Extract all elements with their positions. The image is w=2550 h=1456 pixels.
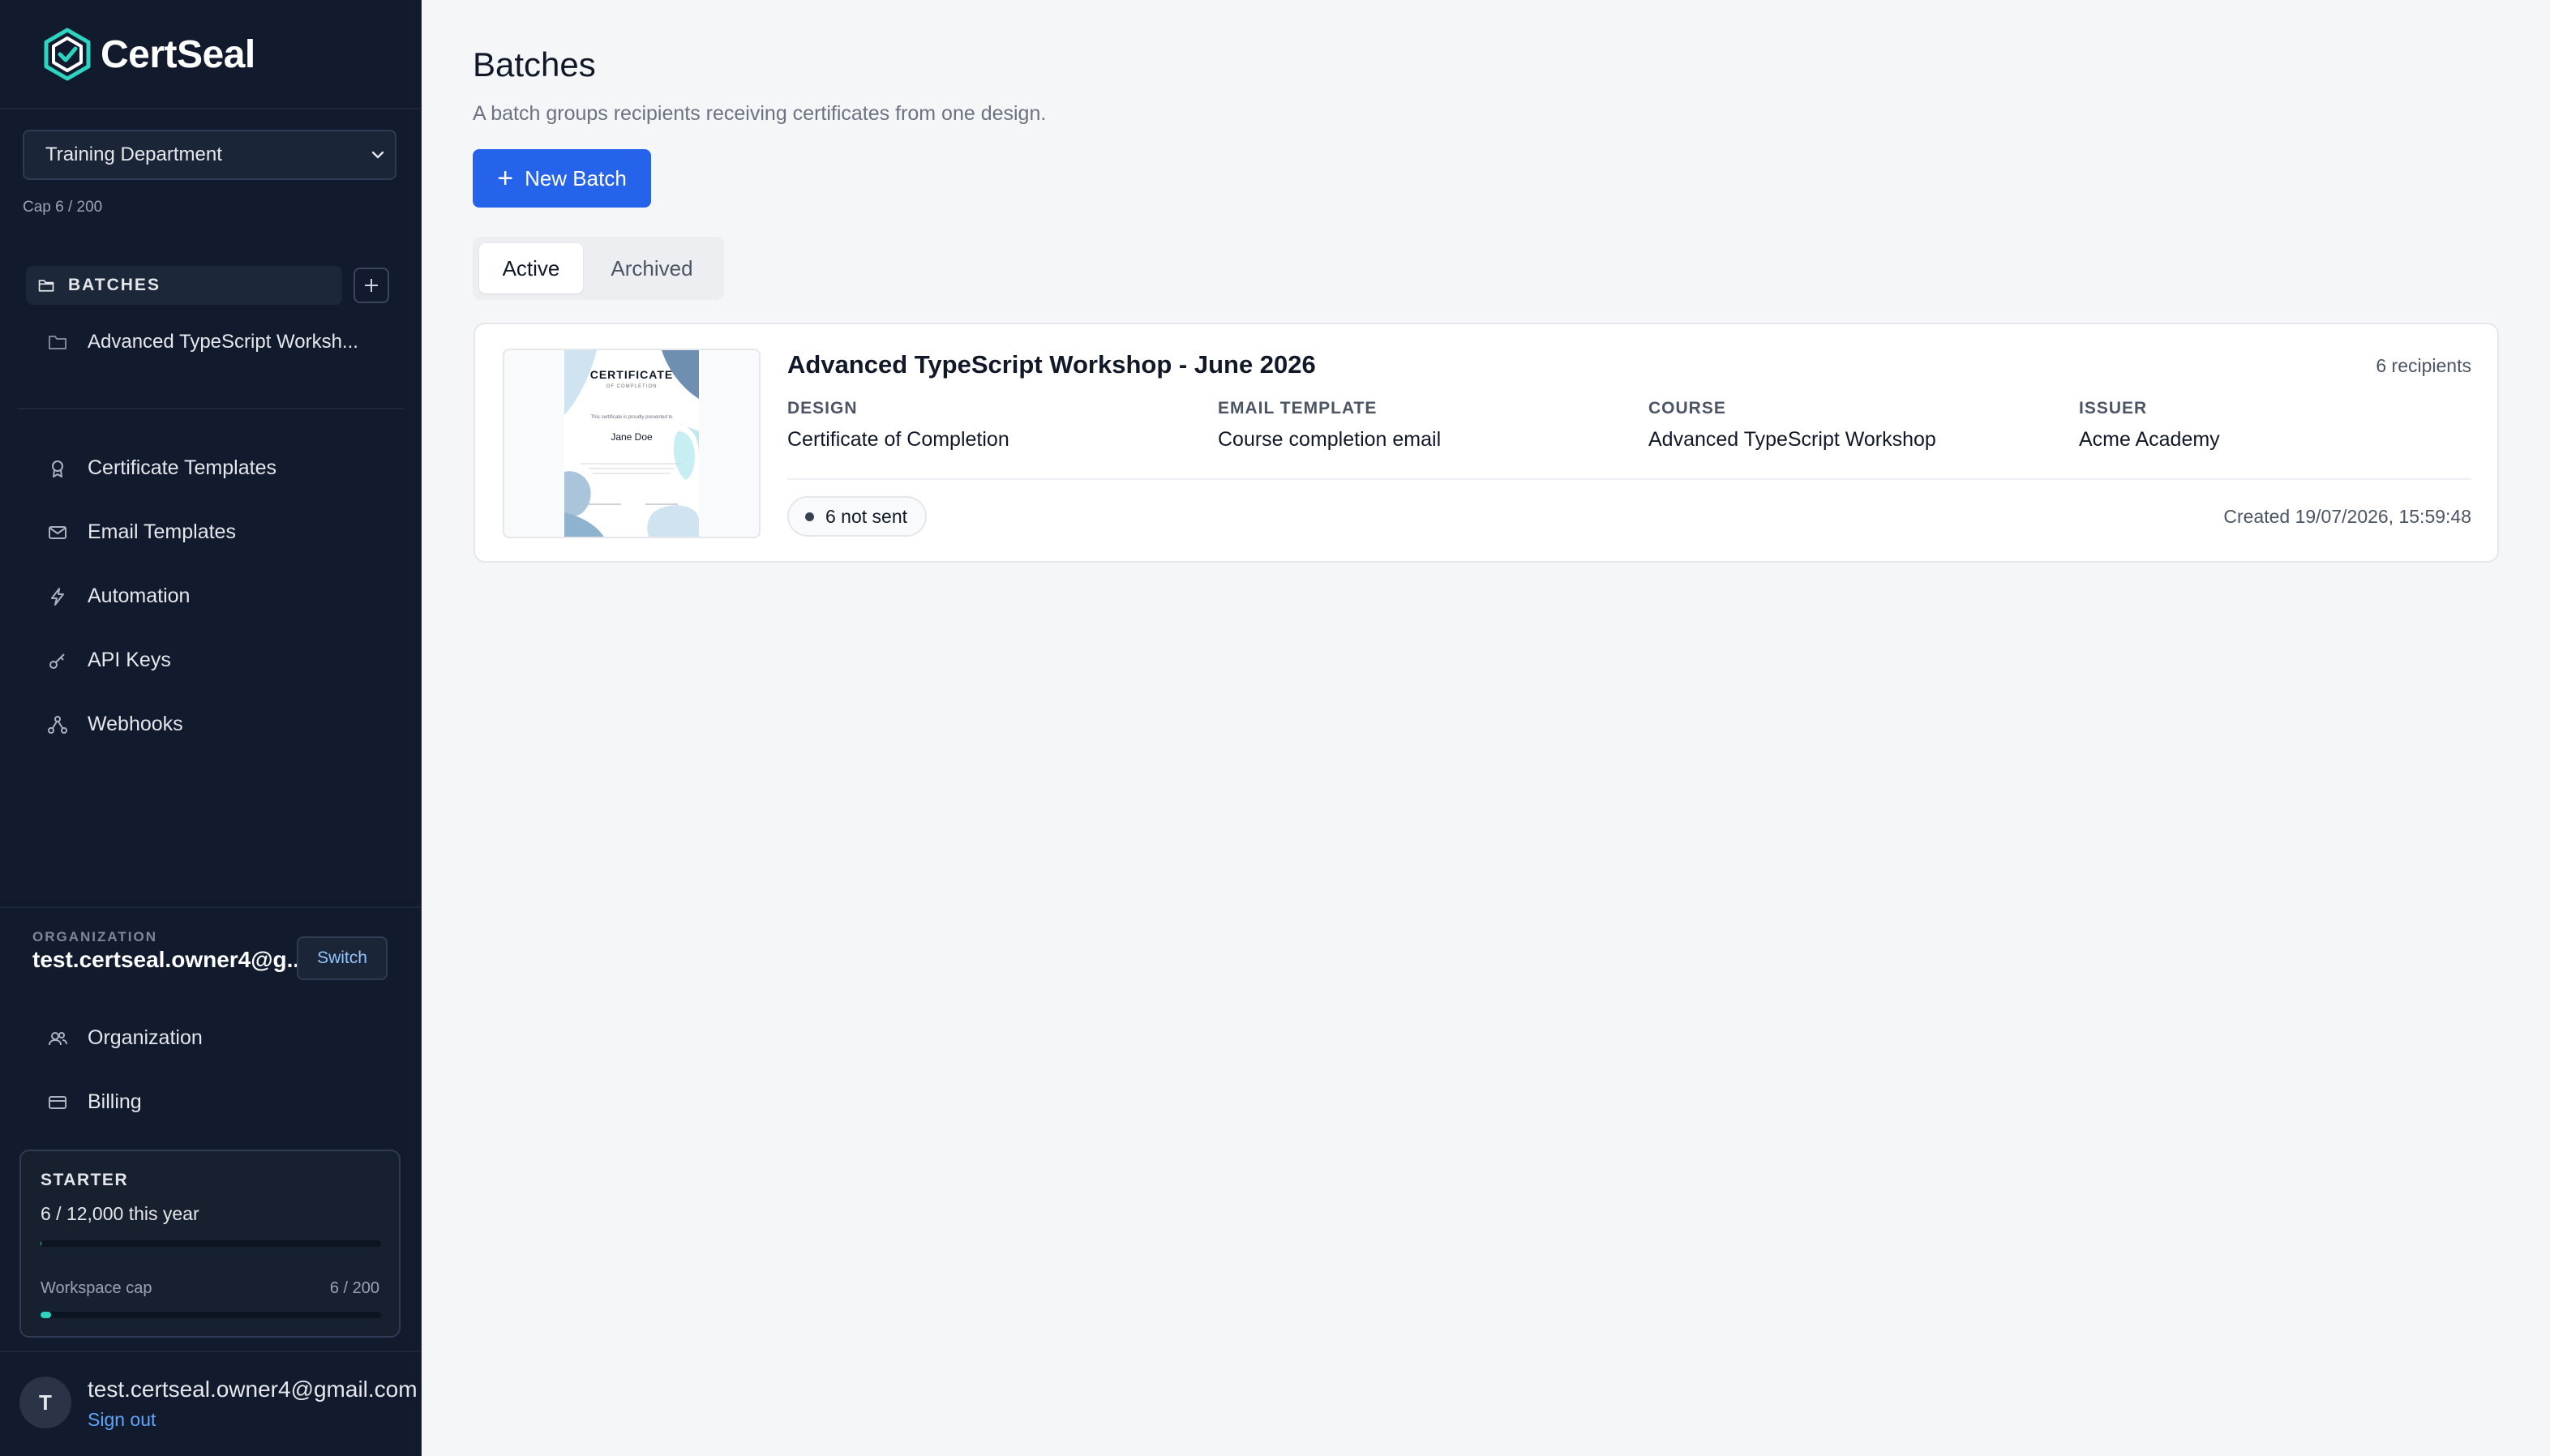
plan-name: STARTER bbox=[41, 1171, 129, 1189]
brand[interactable]: CertSeal bbox=[39, 26, 255, 83]
field-label: DESIGN bbox=[787, 399, 858, 418]
hexagon-check-icon bbox=[44, 28, 91, 81]
batch-tabs: Active Archived bbox=[473, 237, 724, 300]
field-label: EMAIL TEMPLATE bbox=[1218, 399, 1378, 418]
sidebar-divider bbox=[0, 1351, 422, 1352]
lightning-icon bbox=[51, 587, 64, 606]
organization-label: ORGANIZATION bbox=[32, 929, 158, 944]
plan-usage-bar bbox=[41, 1240, 381, 1247]
award-icon bbox=[52, 460, 63, 477]
workspace-cap-bar bbox=[41, 1312, 381, 1318]
created-timestamp: Created 19/07/2026, 15:59:48 bbox=[2223, 506, 2471, 527]
recipients-count: 6 recipients bbox=[2376, 355, 2471, 376]
workspace-select[interactable]: Training Department bbox=[23, 130, 396, 180]
new-batch-button[interactable]: + New Batch bbox=[473, 149, 651, 208]
certificate-preview: CERTIFICATE OF COMPLETION This certifica… bbox=[564, 350, 699, 537]
sidebar-item-label: Billing bbox=[88, 1090, 142, 1113]
add-batch-button[interactable] bbox=[354, 268, 389, 303]
folder-icon bbox=[49, 336, 66, 349]
certificate-thumbnail[interactable]: CERTIFICATE OF COMPLETION This certifica… bbox=[503, 349, 761, 538]
sidebar-item-label: Webhooks bbox=[88, 713, 183, 735]
status-dot-icon bbox=[805, 512, 814, 521]
sidebar-batch-label: Advanced TypeScript Worksh... bbox=[88, 331, 358, 353]
brand-name: CertSeal bbox=[101, 32, 255, 76]
workspace-cap: Cap 6 / 200 bbox=[23, 199, 103, 216]
sidebar-item-label: Organization bbox=[88, 1026, 203, 1049]
batch-field-design: DESIGN Certificate of Completion bbox=[787, 399, 1009, 452]
workspace-cap-label: Workspace cap bbox=[41, 1279, 152, 1297]
page-title: Batches bbox=[473, 45, 596, 84]
sidebar-item-label: Automation bbox=[88, 585, 191, 607]
field-label: ISSUER bbox=[2079, 399, 2148, 418]
credit-card-icon bbox=[49, 1095, 66, 1109]
sidebar-item-email-templates[interactable]: Email Templates bbox=[47, 520, 236, 544]
sidebar-item-label: Certificate Templates bbox=[88, 456, 276, 479]
sidebar-item-label: API Keys bbox=[88, 649, 171, 671]
sidebar-item-api-keys[interactable]: API Keys bbox=[47, 649, 171, 672]
sidebar-divider bbox=[0, 906, 422, 908]
webhook-icon bbox=[48, 715, 67, 734]
batch-title[interactable]: Advanced TypeScript Workshop - June 2026 bbox=[787, 350, 1316, 379]
status-badge: 6 not sent bbox=[787, 496, 928, 537]
card-divider bbox=[787, 478, 2471, 480]
plus-icon bbox=[365, 279, 378, 292]
field-value: Advanced TypeScript Workshop bbox=[1648, 428, 1936, 451]
workspace-select-value: Training Department bbox=[45, 143, 222, 165]
sidebar-item-organization[interactable]: Organization bbox=[47, 1026, 203, 1050]
sidebar-item-webhooks[interactable]: Webhooks bbox=[47, 713, 183, 736]
sidebar-divider bbox=[18, 408, 404, 409]
sidebar-section-label: BATCHES bbox=[68, 276, 161, 294]
batch-field-issuer: ISSUER Acme Academy bbox=[2079, 399, 2220, 452]
field-value: Course completion email bbox=[1218, 428, 1442, 451]
page-subtitle: A batch groups recipients receiving cert… bbox=[473, 102, 1047, 125]
field-value: Acme Academy bbox=[2079, 428, 2220, 451]
sidebar-section-batches[interactable]: BATCHES bbox=[26, 266, 342, 305]
batch-field-course: COURSE Advanced TypeScript Workshop bbox=[1648, 399, 1936, 452]
sign-out-link[interactable]: Sign out bbox=[88, 1409, 156, 1431]
batch-field-email-template: EMAIL TEMPLATE Course completion email bbox=[1218, 399, 1441, 452]
users-icon bbox=[49, 1031, 67, 1045]
status-label: 6 not sent bbox=[825, 505, 908, 527]
key-icon bbox=[49, 653, 65, 669]
sidebar-item-billing[interactable]: Billing bbox=[47, 1090, 142, 1114]
sidebar-divider bbox=[0, 108, 422, 109]
chevron-down-icon bbox=[371, 151, 384, 159]
sidebar-item-certificate-templates[interactable]: Certificate Templates bbox=[47, 456, 276, 480]
plan-usage: 6 / 12,000 this year bbox=[41, 1203, 199, 1224]
certificate-preview-line: This certificate is proudly presented to bbox=[590, 415, 673, 420]
certificate-preview-subtitle: OF COMPLETION bbox=[606, 384, 658, 389]
avatar: T bbox=[19, 1377, 71, 1428]
sidebar: CertSeal Training Department Cap 6 / 200… bbox=[0, 0, 422, 1456]
plus-icon: + bbox=[497, 163, 514, 194]
mail-icon bbox=[49, 525, 66, 539]
sidebar-batch-item[interactable]: Advanced TypeScript Worksh... bbox=[47, 331, 358, 353]
new-batch-label: New Batch bbox=[525, 165, 627, 191]
switch-organization-button[interactable]: Switch bbox=[297, 936, 388, 980]
sidebar-item-label: Email Templates bbox=[88, 520, 236, 543]
tab-archived[interactable]: Archived bbox=[591, 243, 713, 293]
workspace-cap-value: 6 / 200 bbox=[329, 1279, 379, 1297]
folder-icon bbox=[38, 280, 54, 292]
certificate-preview-title: CERTIFICATE bbox=[589, 368, 674, 381]
field-value: Certificate of Completion bbox=[787, 428, 1009, 451]
sidebar-item-automation[interactable]: Automation bbox=[47, 585, 190, 608]
certificate-preview-name: Jane Doe bbox=[611, 431, 653, 443]
tab-active[interactable]: Active bbox=[479, 243, 583, 293]
organization-name: test.certseal.owner4@g... bbox=[32, 947, 306, 972]
plan-usage-card: STARTER 6 / 12,000 this year Workspace c… bbox=[19, 1150, 401, 1338]
user-email: test.certseal.owner4@gmail.com bbox=[88, 1377, 418, 1402]
field-label: COURSE bbox=[1648, 399, 1726, 418]
batch-card[interactable]: CERTIFICATE OF COMPLETION This certifica… bbox=[474, 323, 2499, 563]
workspace-cap-bar-fill bbox=[41, 1312, 51, 1318]
